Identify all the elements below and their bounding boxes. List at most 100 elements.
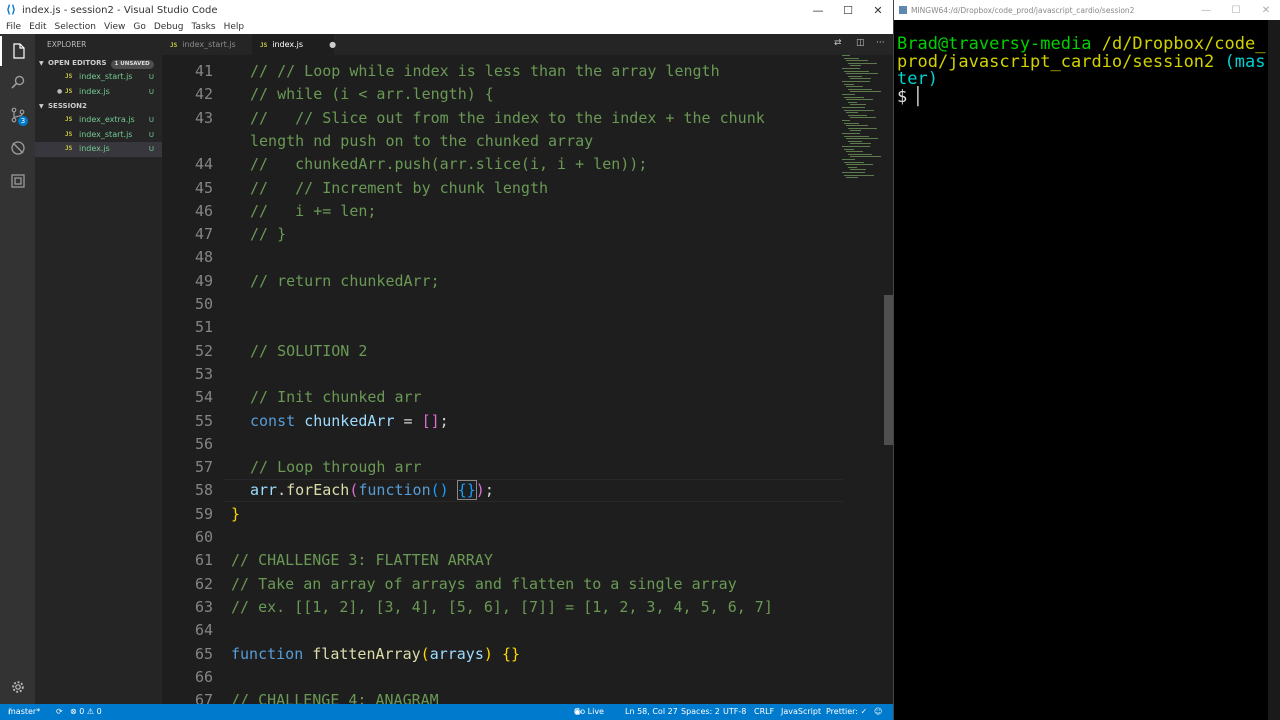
code-text: // // Loop while index is less than the …: [250, 60, 720, 83]
code-line[interactable]: 61 // CHALLENGE 3: FLATTEN ARRAY: [162, 549, 842, 572]
code-token: // }: [250, 225, 287, 244]
code-line[interactable]: 46 // i += len;: [162, 200, 842, 223]
folder-file-item[interactable]: JS index_start.js U: [35, 128, 162, 143]
minimap-line: [844, 161, 864, 163]
code-line[interactable]: 44 // chunkedArr.push(arr.slice(i, i + le…: [162, 153, 842, 176]
code-line[interactable]: 43 // // Slice out from the index to the …: [162, 107, 842, 130]
open-editors-header[interactable]: ▼ OPEN EDITORS 1 UNSAVED: [35, 56, 162, 70]
code-line[interactable]: 65 function flattenArray(arrays) {}: [162, 643, 842, 666]
menu-debug[interactable]: Debug: [150, 22, 188, 32]
debug-icon[interactable]: [0, 133, 35, 163]
code-line[interactable]: 47 // }: [162, 223, 842, 246]
folder-file-item[interactable]: JS index_extra.js U: [35, 113, 162, 128]
code-line[interactable]: 63 // ex. [[1, 2], [3, 4], [5, 6], [7]] =…: [162, 596, 842, 619]
problems-indicator[interactable]: ⊗ 0 ⚠ 0: [70, 704, 102, 720]
code-token: // ex. [[1, 2], [3, 4], [5, 6], [7]] = […: [231, 597, 773, 616]
code-line[interactable]: 62 // Take an array of arrays and flatten…: [162, 573, 842, 596]
menu-selection[interactable]: Selection: [51, 22, 100, 32]
explorer-icon[interactable]: [0, 36, 35, 66]
prettier-status[interactable]: Prettier: ✓: [826, 704, 867, 720]
encoding[interactable]: UTF-8: [723, 704, 746, 720]
menu-help[interactable]: Help: [220, 22, 249, 32]
menu-tasks[interactable]: Tasks: [187, 22, 219, 32]
code-text: // // Slice out from the index to the in…: [250, 107, 765, 130]
minimap-line: [842, 159, 855, 160]
code-line[interactable]: 50: [162, 293, 842, 316]
line-number: 50: [194, 295, 213, 313]
folder-header[interactable]: ▼ SESSION2: [35, 99, 162, 113]
minimap-line: [842, 68, 860, 69]
code-line[interactable]: 52 // SOLUTION 2: [162, 340, 842, 363]
more-actions-icon[interactable]: ···: [876, 38, 885, 48]
terminal-output[interactable]: Brad@traversy-media /d/Dropbox/code_prod…: [897, 35, 1267, 106]
terminal-scrollbar[interactable]: [1268, 20, 1280, 720]
tab-index-start[interactable]: JS index_start.js: [162, 34, 252, 55]
editor-scrollbar[interactable]: [884, 295, 893, 445]
search-icon[interactable]: [0, 67, 35, 97]
code-line[interactable]: 55 const chunkedArr = [];: [162, 410, 842, 433]
source-control-icon[interactable]: 3: [0, 100, 35, 130]
menu-view[interactable]: View: [100, 22, 129, 32]
minimap-line: [842, 133, 860, 134]
minimap-line: [846, 164, 873, 166]
tab-index[interactable]: JS index.js ●: [252, 34, 336, 55]
menu-edit[interactable]: Edit: [25, 22, 50, 32]
menu-go[interactable]: Go: [129, 22, 149, 32]
code-token: const: [250, 411, 305, 430]
settings-gear-icon[interactable]: [0, 672, 35, 702]
open-editor-item[interactable]: JS index_start.js U: [35, 70, 162, 85]
cursor-position[interactable]: Ln 58, Col 27: [625, 704, 678, 720]
code-line[interactable]: length nd push on to the chunked array: [162, 130, 842, 153]
terminal-maximize-button[interactable]: ☐: [1221, 5, 1251, 16]
open-changes-icon[interactable]: ⇄: [834, 38, 842, 48]
code-line[interactable]: 56: [162, 433, 842, 456]
smiley-feedback-icon[interactable]: ☺: [874, 704, 882, 720]
minimap-line: [850, 156, 881, 158]
code-line[interactable]: 67 // CHALLENGE 4: ANAGRAM: [162, 689, 842, 704]
code-line[interactable]: 57 // Loop through arr: [162, 456, 842, 479]
terminal-close-button[interactable]: ✕: [1251, 5, 1280, 16]
minimap-line: [848, 88, 872, 90]
code-line[interactable]: 58 arr.forEach(function() {});: [162, 479, 842, 502]
line-number: 59: [194, 504, 213, 523]
code-token: // // Slice out from the index to the in…: [250, 108, 765, 127]
code-line[interactable]: 60: [162, 526, 842, 549]
folder-file-item-selected[interactable]: JS index.js U: [35, 142, 162, 157]
code-editor[interactable]: 41 // // Loop while index is less than th…: [162, 55, 893, 704]
code-line[interactable]: 51: [162, 316, 842, 339]
sync-icon[interactable]: ⟳: [56, 704, 63, 720]
code-line[interactable]: 45 // // Increment by chunk length: [162, 177, 842, 200]
code-line[interactable]: 49 // return chunkedArr;: [162, 270, 842, 293]
minimap[interactable]: [840, 55, 884, 185]
extensions-icon[interactable]: [0, 166, 35, 196]
split-editor-icon[interactable]: ◫: [856, 38, 865, 48]
line-number: 67: [194, 691, 213, 704]
code-token: // // Increment by chunk length: [250, 178, 549, 197]
line-number: 42: [194, 85, 213, 104]
indentation[interactable]: Spaces: 2: [681, 704, 720, 720]
terminal-minimize-button[interactable]: —: [1191, 5, 1221, 16]
code-line[interactable]: 64: [162, 619, 842, 642]
language-mode[interactable]: JavaScript: [781, 704, 821, 720]
code-line[interactable]: 41 // // Loop while index is less than th…: [162, 60, 842, 83]
maximize-button[interactable]: ☐: [833, 4, 863, 17]
code-token: forEach: [286, 481, 350, 500]
open-editor-item[interactable]: ● JS index.js U: [35, 85, 162, 100]
line-endings[interactable]: CRLF: [754, 704, 774, 720]
code-line[interactable]: 54 // Init chunked arr: [162, 386, 842, 409]
code-line[interactable]: 66: [162, 666, 842, 689]
minimap-line: [844, 96, 864, 98]
close-button[interactable]: ✕: [863, 4, 893, 17]
code-line[interactable]: 42 // while (i < arr.length) {: [162, 83, 842, 106]
minimap-line: [844, 83, 854, 85]
code-line[interactable]: 59}: [162, 503, 842, 526]
code-line[interactable]: 48: [162, 246, 842, 269]
terminal-window: MINGW64:/d/Dropbox/code_prod/javascript_…: [893, 0, 1280, 720]
unsaved-dot-icon[interactable]: ●: [329, 40, 336, 49]
code-token: function: [231, 644, 313, 663]
line-number: 63: [194, 597, 213, 616]
code-line[interactable]: 53: [162, 363, 842, 386]
minimize-button[interactable]: —: [803, 4, 833, 17]
minimap-line: [848, 140, 862, 142]
menu-file[interactable]: File: [2, 22, 25, 32]
